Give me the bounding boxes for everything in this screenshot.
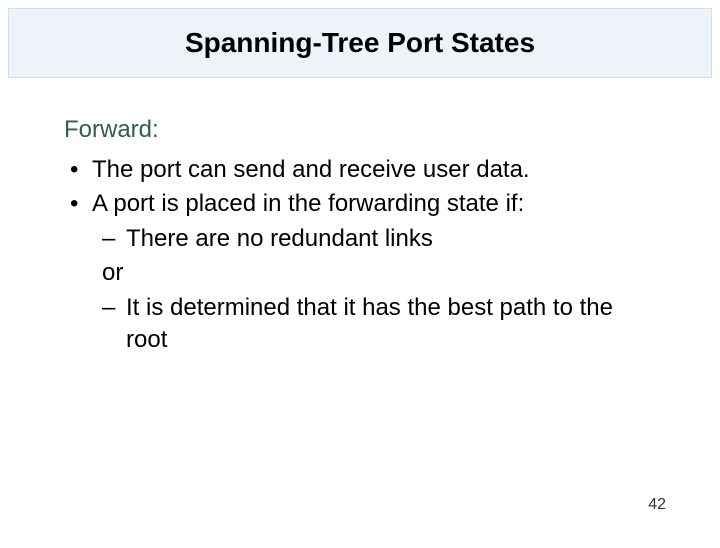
bullet-list: The port can send and receive user data.… — [64, 154, 656, 221]
sub-list: There are no redundant links or It is de… — [64, 223, 656, 357]
title-bar: Spanning-Tree Port States — [8, 8, 712, 78]
slide-content: Forward: The port can send and receive u… — [0, 78, 720, 356]
bullet-item: The port can send and receive user data. — [64, 154, 656, 186]
dash-item: There are no redundant links — [98, 223, 656, 255]
bullet-item: A port is placed in the forwarding state… — [64, 188, 656, 220]
subtitle: Forward: — [64, 116, 656, 144]
dash-item: It is determined that it has the best pa… — [98, 292, 656, 357]
page-number: 42 — [648, 496, 666, 514]
slide-title: Spanning-Tree Port States — [29, 27, 691, 59]
or-line: or — [98, 257, 656, 289]
